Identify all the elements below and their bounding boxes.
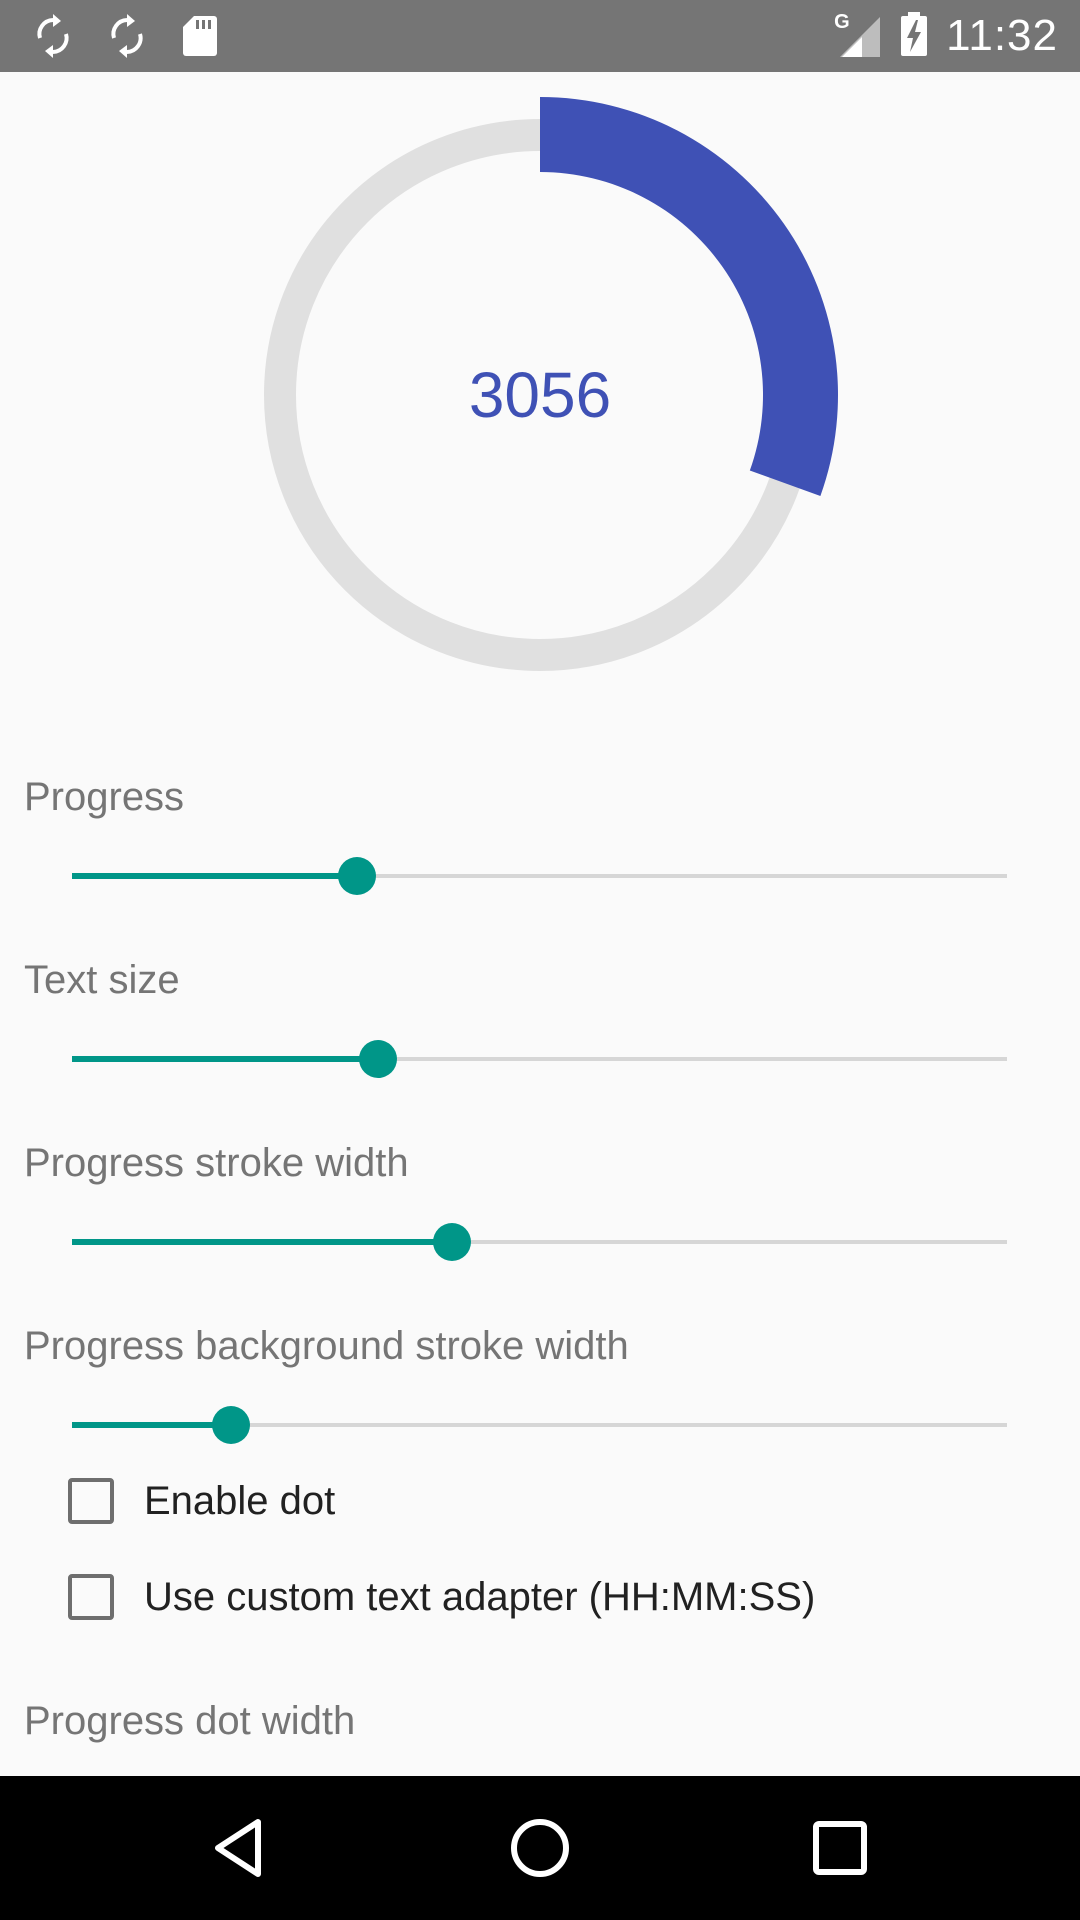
progress-stroke-width-slider[interactable]: [72, 1222, 1007, 1262]
text-size-slider[interactable]: [72, 1039, 1007, 1079]
signal-icon: G: [834, 11, 882, 59]
back-icon: [215, 1819, 261, 1877]
text-size-label: Text size: [24, 958, 180, 1002]
gauge-progress-arc: [540, 97, 838, 496]
slider-fill: [72, 1056, 378, 1062]
home-button[interactable]: [500, 1808, 580, 1888]
slider-thumb[interactable]: [212, 1406, 250, 1444]
navigation-bar: [0, 1776, 1080, 1920]
slider-thumb[interactable]: [433, 1223, 471, 1261]
system-icons: G 11:32: [834, 0, 1058, 72]
slider-thumb[interactable]: [338, 857, 376, 895]
network-type-label: G: [834, 11, 850, 33]
battery-charging-icon: [900, 10, 928, 63]
status-bar: G 11:32: [0, 0, 1080, 72]
sync-icon: [108, 12, 146, 65]
checkbox-box[interactable]: [68, 1478, 114, 1524]
clock: 11:32: [946, 11, 1058, 60]
checkbox-box[interactable]: [68, 1574, 114, 1620]
gauge-value-text: 3056: [469, 359, 611, 431]
home-icon: [511, 1819, 569, 1877]
back-button[interactable]: [200, 1808, 280, 1888]
sd-card-icon: [182, 14, 218, 63]
settings-screen: 3056 Progress Text size Progress stroke …: [0, 72, 1080, 1776]
recents-button[interactable]: [800, 1808, 880, 1888]
notification-icons: [34, 12, 218, 65]
progress-label: Progress: [24, 775, 185, 819]
custom-text-adapter-label: Use custom text adapter (HH:MM:SS): [144, 1574, 816, 1619]
progress-background-stroke-width-label: Progress background stroke width: [24, 1324, 629, 1368]
progress-dot-width-label: Progress dot width: [24, 1699, 356, 1743]
slider-fill: [72, 1422, 231, 1428]
enable-dot-label: Enable dot: [144, 1478, 336, 1523]
slider-fill: [72, 1239, 452, 1245]
slider-thumb[interactable]: [359, 1040, 397, 1078]
enable-dot-checkbox[interactable]: Enable dot: [68, 1471, 335, 1531]
progress-stroke-width-label: Progress stroke width: [24, 1141, 409, 1185]
recents-icon: [813, 1821, 867, 1875]
circular-progress-gauge: 3056: [264, 97, 838, 671]
progress-slider[interactable]: [72, 856, 1007, 896]
slider-fill: [72, 873, 357, 879]
custom-text-adapter-checkbox[interactable]: Use custom text adapter (HH:MM:SS): [68, 1567, 815, 1627]
sync-icon: [34, 12, 72, 65]
progress-background-stroke-width-slider[interactable]: [72, 1405, 1007, 1445]
